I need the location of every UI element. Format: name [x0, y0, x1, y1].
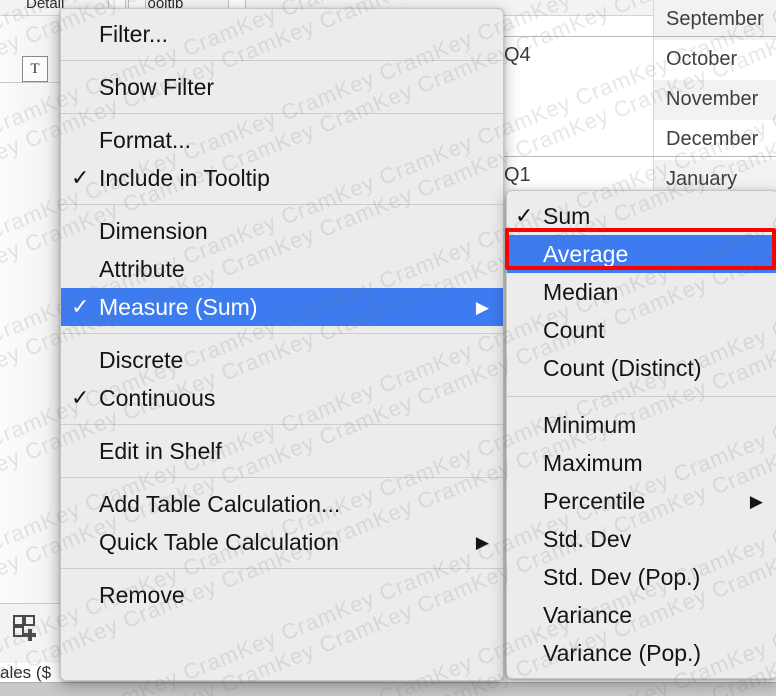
menu-item-label: Attribute [99, 256, 489, 283]
text-mark-icon[interactable]: T [22, 56, 48, 82]
aggregation-submenu-list: ✓Sum Average Median Count Count (Distinct) Mi… [507, 191, 776, 679]
submenu-arrow-icon: ▶ [750, 493, 763, 510]
month-cell: November [666, 88, 758, 111]
menu-item-label: Remove [99, 582, 489, 609]
aggregation-item-variance[interactable]: Variance [507, 596, 776, 634]
menu-item-label: Filter... [99, 21, 489, 48]
menu-item-include-in-tooltip[interactable]: ✓Include in Tooltip [61, 159, 503, 197]
shelf-label-detail: Detail [26, 0, 64, 12]
submenu-arrow-icon: ▶ [476, 299, 489, 316]
menu-item-measure-sum[interactable]: ✓Measure (Sum) ▶ [61, 288, 503, 326]
menu-item-label: Measure (Sum) [99, 294, 458, 321]
table-row-divider [490, 36, 776, 37]
window-bottom-strip [0, 682, 776, 696]
menu-item-label: Sum [543, 203, 763, 230]
axis-label: ales ($ [0, 663, 51, 683]
menu-item-label: Edit in Shelf [99, 438, 489, 465]
check-icon: ✓ [71, 387, 99, 409]
aggregation-item-std-dev-pop[interactable]: Std. Dev (Pop.) [507, 558, 776, 596]
menu-item-dimension[interactable]: Dimension [61, 212, 503, 250]
aggregation-item-average[interactable]: Average [507, 235, 776, 273]
left-gutter [0, 120, 62, 610]
new-worksheet-button[interactable] [0, 603, 62, 663]
menu-item-attribute[interactable]: Attribute [61, 250, 503, 288]
aggregation-item-variance-pop[interactable]: Variance (Pop.) [507, 634, 776, 672]
field-context-menu[interactable]: Filter...Show FilterFormat...✓Include in… [60, 8, 504, 681]
month-cell: October [666, 48, 737, 71]
month-cell: January [666, 168, 737, 191]
check-icon: ✓ [71, 296, 99, 318]
aggregation-submenu[interactable]: ✓Sum Average Median Count Count (Distinct) Mi… [506, 190, 776, 679]
panel-divider [0, 82, 62, 83]
new-worksheet-icon [12, 614, 46, 648]
aggregation-item-sum[interactable]: ✓Sum [507, 197, 776, 235]
menu-separator [61, 204, 503, 205]
menu-item-label: Std. Dev (Pop.) [543, 564, 763, 591]
aggregation-item-maximum[interactable]: Maximum [507, 444, 776, 482]
menu-item-label: Std. Dev [543, 526, 763, 553]
menu-item-label: Maximum [543, 450, 763, 477]
menu-item-label: Quick Table Calculation [99, 529, 458, 556]
menu-item-label: Variance (Pop.) [543, 640, 763, 667]
month-cell: December [666, 128, 758, 151]
table-row-divider [490, 156, 776, 157]
menu-item-format[interactable]: Format... [61, 121, 503, 159]
menu-item-label: Average [543, 241, 763, 268]
menu-item-label: Percentile [543, 488, 732, 515]
menu-separator [61, 477, 503, 478]
field-context-menu-list: Filter...Show FilterFormat...✓Include in… [61, 9, 503, 621]
menu-item-label: Count (Distinct) [543, 355, 763, 382]
menu-separator [61, 568, 503, 569]
aggregation-item-count[interactable]: Count [507, 311, 776, 349]
check-icon: ✓ [71, 167, 99, 189]
menu-item-label: Discrete [99, 347, 489, 374]
menu-item-label: Count [543, 317, 763, 344]
menu-item-label: Add Table Calculation... [99, 491, 489, 518]
menu-item-filter[interactable]: Filter... [61, 15, 503, 53]
aggregation-item-count-distinct[interactable]: Count (Distinct) [507, 349, 776, 387]
menu-item-label: Include in Tooltip [99, 165, 489, 192]
menu-separator [61, 424, 503, 425]
menu-item-add-table-calculation[interactable]: Add Table Calculation... [61, 485, 503, 523]
quarter-cell: Q4 [504, 44, 531, 67]
aggregation-item-std-dev[interactable]: Std. Dev [507, 520, 776, 558]
quarter-month-table: Q4 Q1 September October November Decembe… [490, 0, 776, 200]
aggregation-item-median[interactable]: Median [507, 273, 776, 311]
menu-separator [507, 396, 776, 397]
menu-separator [61, 113, 503, 114]
month-cell: September [666, 8, 764, 31]
menu-separator [61, 60, 503, 61]
menu-item-show-filter[interactable]: Show Filter [61, 68, 503, 106]
check-icon: ✓ [515, 205, 543, 227]
aggregation-item-minimum[interactable]: Minimum [507, 406, 776, 444]
quarter-cell: Q1 [504, 164, 531, 187]
menu-item-label: Show Filter [99, 74, 489, 101]
menu-item-label: Variance [543, 602, 763, 629]
menu-item-quick-table-calculation[interactable]: Quick Table Calculation ▶ [61, 523, 503, 561]
menu-item-label: Format... [99, 127, 489, 154]
menu-item-label: Median [543, 279, 763, 306]
menu-item-discrete[interactable]: Discrete [61, 341, 503, 379]
menu-item-remove[interactable]: Remove [61, 576, 503, 614]
aggregation-item-percentile[interactable]: Percentile ▶ [507, 482, 776, 520]
menu-separator [61, 333, 503, 334]
menu-item-label: Continuous [99, 385, 489, 412]
menu-item-edit-in-shelf[interactable]: Edit in Shelf [61, 432, 503, 470]
menu-item-label: Minimum [543, 412, 763, 439]
menu-item-label: Dimension [99, 218, 489, 245]
menu-item-continuous[interactable]: ✓Continuous [61, 379, 503, 417]
submenu-arrow-icon: ▶ [476, 534, 489, 551]
